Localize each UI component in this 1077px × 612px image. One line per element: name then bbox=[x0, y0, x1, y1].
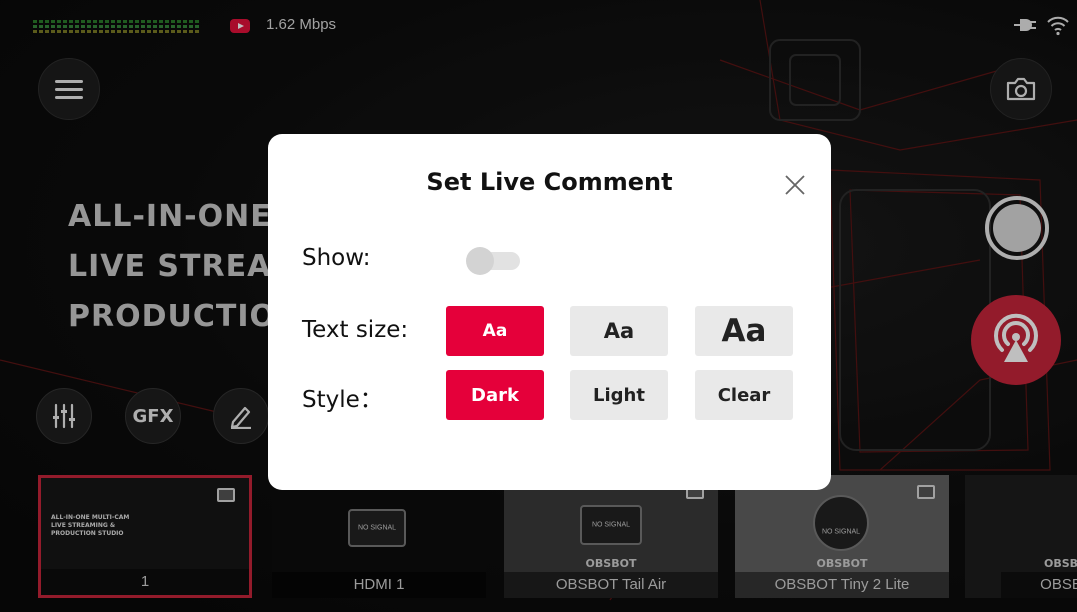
style-dark-button[interactable]: Dark bbox=[446, 370, 544, 420]
text-size-label: Text size: bbox=[302, 317, 409, 343]
style-label: Style： bbox=[302, 387, 383, 413]
show-label: Show: bbox=[302, 245, 371, 271]
text-size-medium-button[interactable]: Aa bbox=[570, 306, 668, 356]
dialog-title: Set Live Comment bbox=[426, 168, 673, 196]
text-size-large-button[interactable]: Aa bbox=[695, 306, 793, 356]
toggle-knob bbox=[466, 247, 494, 275]
style-clear-button[interactable]: Clear bbox=[695, 370, 793, 420]
live-comment-dialog: Set Live Comment Show: Text size: Aa Aa … bbox=[268, 134, 831, 490]
show-comments-toggle[interactable] bbox=[466, 247, 522, 275]
close-icon[interactable] bbox=[784, 174, 806, 196]
text-size-small-button[interactable]: Aa bbox=[446, 306, 544, 356]
style-light-button[interactable]: Light bbox=[570, 370, 668, 420]
